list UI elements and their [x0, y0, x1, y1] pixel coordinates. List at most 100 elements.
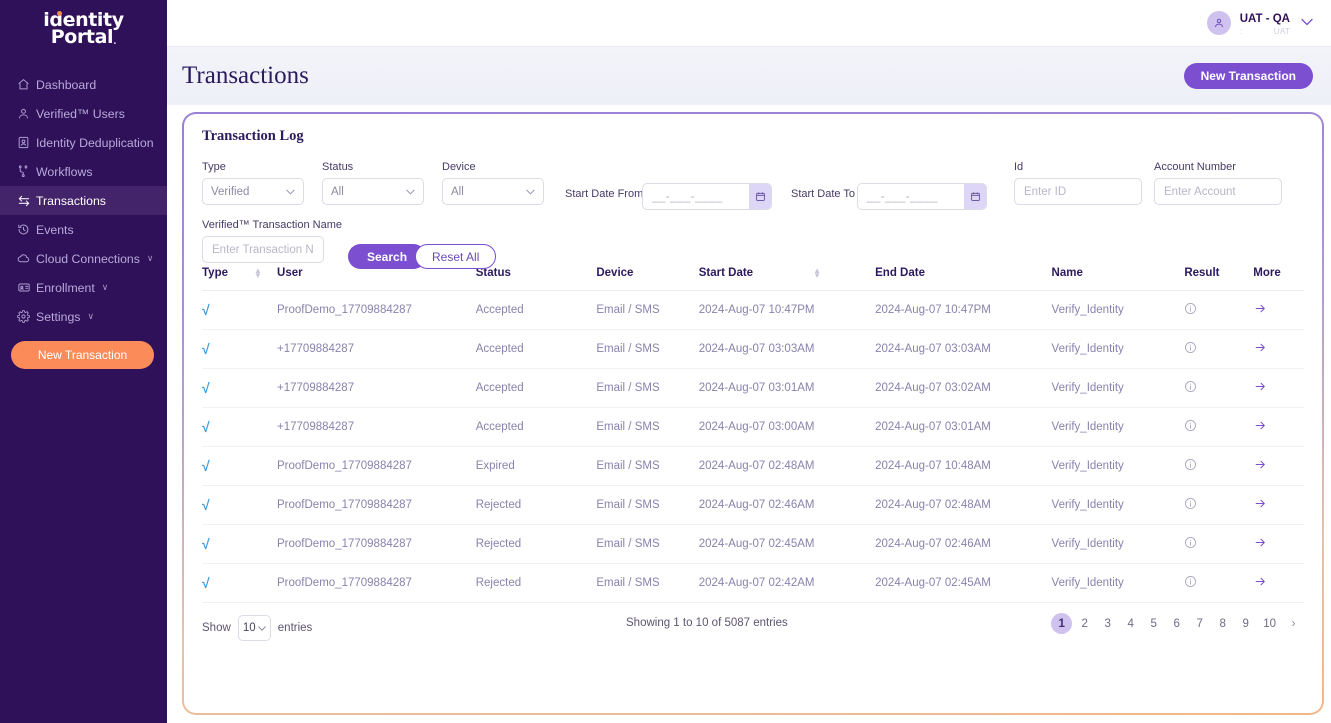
- column-header-start-date[interactable]: Start Date ▲ ▼: [698, 267, 876, 291]
- cell-user[interactable]: ProofDemo_17709884287: [277, 485, 476, 525]
- page-button-10[interactable]: 10: [1258, 613, 1281, 634]
- filter-start-date-from[interactable]: __-___-____: [642, 183, 772, 210]
- table-row[interactable]: √ ProofDemo_17709884287 Rejected Email /…: [202, 563, 1304, 603]
- cell-user[interactable]: ProofDemo_17709884287: [277, 446, 476, 486]
- arrow-right-icon[interactable]: [1253, 302, 1268, 318]
- info-icon[interactable]: [1184, 576, 1197, 591]
- column-header-status[interactable]: Status: [475, 267, 597, 291]
- table-row[interactable]: √ ProofDemo_17709884287 Rejected Email /…: [202, 524, 1304, 564]
- filter-device-select[interactable]: All: [442, 178, 544, 205]
- sidebar-item-cloud-connections[interactable]: Cloud Connections ∨: [0, 244, 167, 273]
- cell-name[interactable]: Verify_Identity: [1051, 524, 1185, 564]
- enrollment-card-icon: [17, 280, 36, 296]
- info-icon[interactable]: [1184, 459, 1197, 474]
- column-header-device[interactable]: Device: [596, 267, 699, 291]
- filter-account-number-input[interactable]: [1154, 178, 1282, 205]
- chevron-down-icon: ∨: [87, 311, 95, 321]
- info-icon[interactable]: [1184, 537, 1197, 552]
- column-header-user[interactable]: User: [277, 267, 476, 291]
- column-header-end-date[interactable]: End Date: [875, 267, 1052, 291]
- arrow-right-icon[interactable]: [1253, 380, 1268, 396]
- cell-name[interactable]: Verify_Identity: [1051, 563, 1185, 603]
- info-icon[interactable]: [1184, 420, 1197, 435]
- showing-entries-text: Showing 1 to 10 of 5087 entries: [626, 617, 788, 629]
- table-row[interactable]: √ +17709884287 Accepted Email / SMS 2024…: [202, 368, 1304, 408]
- cell-name[interactable]: Verify_Identity: [1051, 485, 1185, 525]
- cell-name[interactable]: Verify_Identity: [1051, 446, 1185, 486]
- filter-start-date-to[interactable]: __-___-____: [857, 183, 987, 210]
- info-icon[interactable]: [1184, 381, 1197, 396]
- sidebar-item-enrollment[interactable]: Enrollment ∨: [0, 273, 167, 302]
- reset-all-button[interactable]: Reset All: [415, 244, 497, 269]
- cell-user[interactable]: +17709884287: [277, 407, 476, 447]
- filter-transaction-name-input[interactable]: [202, 236, 324, 263]
- cell-user[interactable]: ProofDemo_17709884287: [277, 563, 476, 603]
- column-header-result[interactable]: Result: [1184, 267, 1254, 291]
- column-header-name[interactable]: Name: [1051, 267, 1185, 291]
- filter-type-select[interactable]: Verified: [202, 178, 304, 205]
- chevron-down-icon: [406, 187, 415, 197]
- arrow-right-icon[interactable]: [1253, 536, 1268, 552]
- page-button-7[interactable]: 7: [1189, 613, 1210, 634]
- workflow-icon: [17, 164, 36, 180]
- cell-name[interactable]: Verify_Identity: [1051, 329, 1185, 369]
- filter-type-label: Type: [202, 161, 226, 173]
- sidebar-item-dashboard[interactable]: Dashboard: [0, 70, 167, 99]
- page-button-5[interactable]: 5: [1143, 613, 1164, 634]
- info-icon[interactable]: [1184, 342, 1197, 357]
- cell-user[interactable]: ProofDemo_17709884287: [277, 290, 476, 330]
- info-icon[interactable]: [1184, 303, 1197, 318]
- cell-user[interactable]: +17709884287: [277, 329, 476, 369]
- next-page-button[interactable]: ›: [1283, 613, 1304, 634]
- arrow-right-icon[interactable]: [1253, 419, 1268, 435]
- filter-status-select[interactable]: All: [322, 178, 424, 205]
- cell-name[interactable]: Verify_Identity: [1051, 368, 1185, 408]
- arrow-right-icon[interactable]: [1253, 497, 1268, 513]
- column-label: Type: [202, 267, 228, 279]
- column-header-more[interactable]: More: [1253, 267, 1304, 291]
- arrow-right-icon[interactable]: [1253, 341, 1268, 357]
- column-header-type[interactable]: Type ▲ ▼: [202, 267, 278, 291]
- cell-type: √: [202, 524, 278, 564]
- sort-toggle-type[interactable]: ▲ ▼: [254, 267, 262, 280]
- cell-end-date: 2024-Aug-07 02:48AM: [875, 485, 1052, 525]
- calendar-icon[interactable]: [964, 184, 986, 209]
- chevron-down-icon[interactable]: [1301, 17, 1313, 29]
- table-row[interactable]: √ ProofDemo_17709884287 Accepted Email /…: [202, 290, 1304, 330]
- sidebar-item-identity-deduplication[interactable]: Identity Deduplication: [0, 128, 167, 157]
- page-size-select[interactable]: 10: [237, 615, 271, 641]
- page-button-3[interactable]: 3: [1097, 613, 1118, 634]
- cell-user[interactable]: ProofDemo_17709884287: [277, 524, 476, 564]
- sidebar-item-transactions[interactable]: Transactions: [0, 186, 167, 215]
- sidebar-new-transaction-button[interactable]: New Transaction: [11, 341, 154, 369]
- arrow-right-icon[interactable]: [1253, 575, 1268, 591]
- arrow-right-icon[interactable]: [1253, 458, 1268, 474]
- cell-name[interactable]: Verify_Identity: [1051, 290, 1185, 330]
- page-button-8[interactable]: 8: [1212, 613, 1233, 634]
- page-button-1[interactable]: 1: [1051, 613, 1073, 634]
- table-row[interactable]: √ ProofDemo_17709884287 Rejected Email /…: [202, 485, 1304, 525]
- user-menu[interactable]: UAT - QA : UAT: [1206, 9, 1313, 37]
- calendar-icon[interactable]: [749, 184, 771, 209]
- cell-name[interactable]: Verify_Identity: [1051, 407, 1185, 447]
- info-icon[interactable]: [1184, 498, 1197, 513]
- column-label: Name: [1051, 267, 1083, 279]
- sidebar-item-workflows[interactable]: Workflows: [0, 157, 167, 186]
- new-transaction-button[interactable]: New Transaction: [1183, 63, 1313, 89]
- page-button-2[interactable]: 2: [1074, 613, 1095, 634]
- cell-user[interactable]: +17709884287: [277, 368, 476, 408]
- cell-result: [1184, 446, 1254, 486]
- filter-transaction-name: Verified™ Transaction Name: [202, 219, 342, 263]
- cell-more: [1253, 446, 1304, 486]
- page-button-4[interactable]: 4: [1120, 613, 1141, 634]
- table-row[interactable]: √ +17709884287 Accepted Email / SMS 2024…: [202, 329, 1304, 369]
- table-row[interactable]: √ +17709884287 Accepted Email / SMS 2024…: [202, 407, 1304, 447]
- page-button-9[interactable]: 9: [1235, 613, 1256, 634]
- table-row[interactable]: √ ProofDemo_17709884287 Expired Email / …: [202, 446, 1304, 486]
- sidebar-item-verified-users[interactable]: Verified™ Users: [0, 99, 167, 128]
- sort-toggle-start-date[interactable]: ▲ ▼: [813, 267, 821, 280]
- sidebar-item-events[interactable]: Events: [0, 215, 167, 244]
- filter-id-input[interactable]: [1014, 178, 1142, 205]
- sidebar-item-settings[interactable]: Settings ∨: [0, 302, 167, 331]
- page-button-6[interactable]: 6: [1166, 613, 1187, 634]
